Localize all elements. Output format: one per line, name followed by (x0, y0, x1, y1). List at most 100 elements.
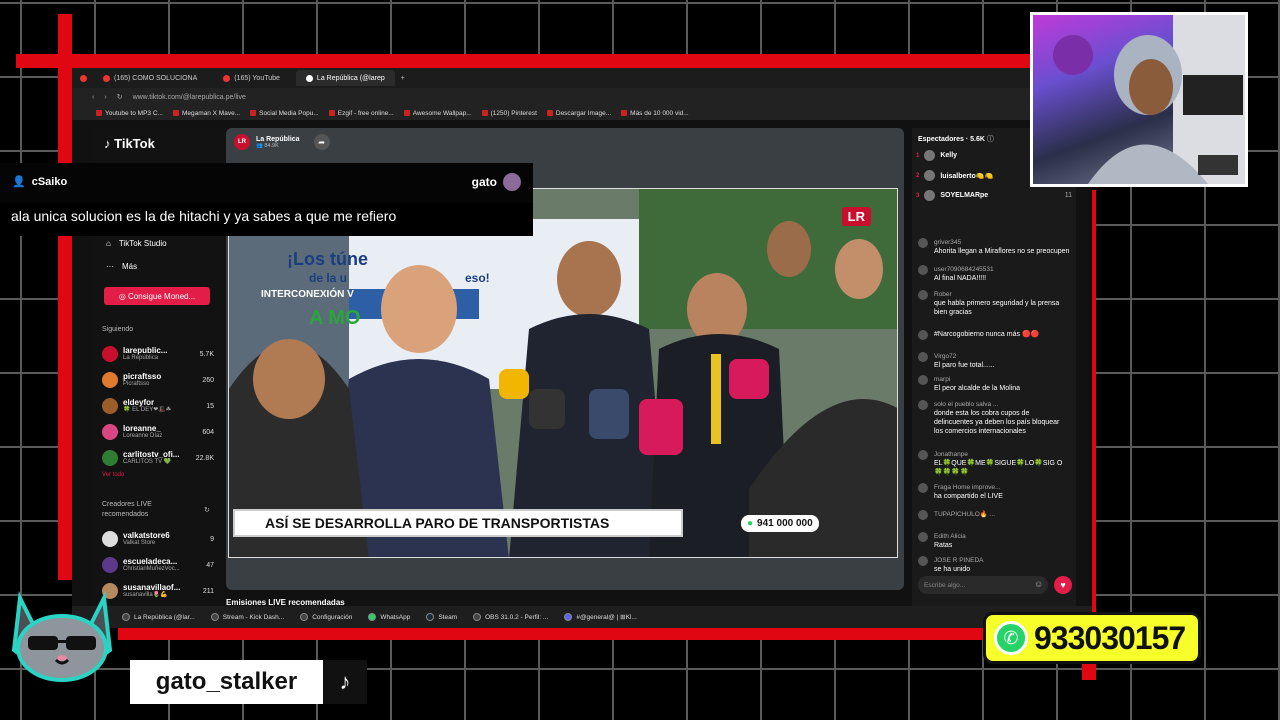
sidebar-account[interactable]: loreanne_ Loreanne Díaz 604 (102, 421, 214, 443)
bookmark[interactable]: Social Media Popu... (250, 110, 319, 117)
bookmark-icon (250, 110, 257, 116)
reload-icon[interactable]: ↻ (117, 93, 123, 101)
bookmark[interactable]: Descargar Image... (546, 110, 611, 117)
chat-message[interactable]: marpi El peor alcalde de la Molina (918, 375, 1070, 393)
avatar (102, 531, 118, 547)
viewer-count: 9 (210, 535, 214, 543)
account-display-name: Picraftsso (123, 381, 150, 387)
nav-more[interactable]: ··· Más (106, 262, 137, 271)
viewer-count: 211 (202, 587, 214, 595)
overlay-message: ala unica solucion es la de hitachi y ya… (0, 203, 533, 236)
sidebar-account[interactable]: susanavillaof... susanavilla🌷💪 211 (102, 580, 214, 602)
viewer-rank: 2 (916, 172, 920, 179)
red-frame-bottom (118, 628, 1098, 640)
url-field[interactable]: www.tiktok.com/@larepublica.pe/live (133, 94, 246, 101)
taskbar-item[interactable]: La República (@lar... (122, 613, 195, 621)
new-tab-button[interactable]: + (401, 75, 405, 82)
bookmark[interactable]: Ezgif - free online... (328, 110, 394, 117)
chat-text: Ahorita llegan a Miraflores no se preocu… (934, 248, 1070, 255)
taskbar-item[interactable]: OBS 31.0.2 - Perfil: ... (473, 613, 548, 621)
chat-message[interactable]: Rober que habla primero seguridad y la pr… (918, 290, 1070, 317)
bookmark[interactable]: Awesome Wallpap... (403, 110, 472, 117)
webcam-feed (1030, 12, 1248, 187)
poster-headline: ¡Los túne (287, 249, 368, 269)
chat-message[interactable]: Jonathanpe EL🍀QUE🍀ME🍀SIGUE🍀LO🍀SIG O🍀🍀🍀🍀 (918, 450, 1070, 477)
chat-input[interactable]: Escribe algo... (918, 576, 1048, 594)
viewer-count: 604 (202, 428, 214, 436)
sidebar-account[interactable]: larepublic... La República 5.7K (102, 343, 214, 365)
forward-icon[interactable]: › (104, 94, 106, 101)
bookmark-icon (403, 110, 410, 116)
account-name: larepublic... (123, 346, 168, 355)
avatar (102, 398, 118, 414)
chat-username: marpi (934, 376, 951, 383)
channel-name[interactable]: La República (256, 136, 300, 143)
channel-avatar[interactable]: LR (234, 134, 250, 150)
viewers-title: Espectadores · 5.6K ⓘ (918, 136, 994, 143)
taskbar-item[interactable]: #@general@ | ⊞Kl... (564, 613, 637, 621)
account-name: eldeyfor (123, 398, 155, 407)
chat-message[interactable]: griver345 Ahorita llegan a Miraflores no … (918, 238, 1070, 256)
taskbar-item[interactable]: WhatsApp (368, 613, 410, 621)
tiktok-icon (122, 613, 130, 621)
chat-message[interactable]: Virgo72 El paro fue total...... (918, 352, 1070, 370)
viewer-count: 260 (202, 376, 214, 384)
youtube-icon (223, 74, 231, 82)
account-name: valkatstore6 (123, 531, 170, 540)
chat-message[interactable]: #Narcogobierno nunca más 🔴🔴 (918, 330, 1070, 340)
chat-text: ha compartido el LIVE (934, 493, 1003, 500)
like-heart-icon[interactable]: ♥ (1054, 576, 1072, 594)
live-chat-panel: Espectadores · 5.6K ⓘ 1 Kelly 2 luisalberto… (912, 128, 1076, 608)
channel-header: LR La República 👥 84.9K ➦ (234, 134, 330, 150)
account-display-name: Valkat Store (123, 540, 156, 546)
poster-subline-end: eso! (465, 271, 490, 285)
chat-message[interactable]: Fraga Home improve... ha compartido el LI… (918, 483, 1070, 501)
top-viewer-row[interactable]: 3 SOYELMARpe 11 (916, 190, 1072, 201)
bookmark-icon (328, 110, 335, 116)
avatar (918, 556, 928, 566)
back-icon[interactable]: ‹ (92, 94, 94, 101)
steam-icon (426, 613, 435, 621)
taskbar-item[interactable]: Steam (426, 613, 457, 621)
overlay-streamer: gato (472, 173, 521, 191)
chat-message[interactable]: Edith Alicia Ratas (918, 532, 1070, 550)
bookmark[interactable]: Megaman X Mave... (172, 110, 240, 117)
sidebar-account[interactable]: carlitostv_ofi... CARLITOS TV 💚 22.8K (102, 447, 214, 469)
sidebar-account[interactable]: valkatstore6 Valkat Store 9 (102, 528, 214, 550)
bookmark[interactable]: (1250) Pinterest (481, 110, 537, 117)
chat-username: Jonathanpe (934, 451, 968, 458)
sidebar-account[interactable]: escueladeca... ChristianMuñezVoc... 47 (102, 554, 214, 576)
chat-message[interactable]: TUPAPICHULO🔥 ... (918, 510, 1070, 520)
refresh-icon[interactable]: ↻ (204, 506, 210, 514)
viewer-gift-count: 11 (1064, 192, 1072, 199)
streamer-avatar (503, 173, 521, 191)
browser-tab-active[interactable]: La República (@larep (295, 70, 395, 86)
avatar (102, 557, 118, 573)
sidebar-account[interactable]: eldeyfor 🍀 EL DEY❤🎩☘ 15 (102, 395, 214, 417)
chat-message[interactable]: solo el pueblo salva ... donde esta los c… (918, 400, 1070, 436)
red-frame-top (16, 54, 1036, 68)
taskbar-item[interactable]: Stream - Kick Dash... (210, 613, 284, 621)
chat-text: El paro fue total...... (934, 362, 995, 369)
viewer-count: 22.8K (195, 454, 214, 462)
nav-tiktok-studio[interactable]: ⌂ TikTok Studio (106, 239, 167, 248)
see-all-link[interactable]: Ver todo (102, 472, 124, 478)
emoji-icon[interactable]: ☺ (1034, 579, 1043, 589)
tiktok-logo[interactable]: ♪ TikTok (104, 136, 155, 151)
bookmark[interactable]: Más de 10 000 vid... (621, 110, 689, 117)
get-coins-button[interactable]: ◎ Consigue Moned... (104, 287, 210, 305)
avatar (918, 375, 928, 385)
chat-message[interactable]: JOSE R PINEDA se ha unido (918, 556, 1070, 574)
tiktok-icon (305, 74, 313, 82)
bookmark[interactable]: Youtube to MP3 C... (96, 110, 163, 117)
user-icon: 👤 (12, 176, 26, 188)
browser-tab[interactable]: (165) COMO SOLUCIONA (93, 70, 207, 86)
share-icon[interactable]: ➦ (313, 134, 330, 150)
chat-message[interactable]: user7090684245531 Al final NADA!!!!! (918, 265, 1070, 283)
taskbar-item[interactable]: Configuración (300, 613, 352, 621)
browser-tab[interactable]: (165) YouTube (213, 70, 290, 86)
live-video[interactable]: ¡Los túne de la u eso! INTERCONEXIÓN V A… (228, 188, 898, 558)
whatsapp-number-badge: ✆ 933030157 (983, 612, 1201, 664)
sidebar-account[interactable]: picraftsso Picraftsso 260 (102, 369, 214, 391)
browser-menu-icon[interactable] (80, 74, 87, 82)
